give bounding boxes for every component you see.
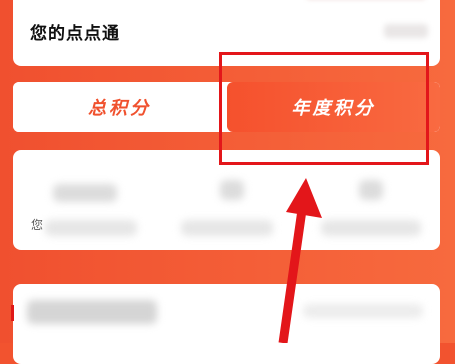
blurred-stat-label: [321, 220, 421, 236]
stat-side-label: 您: [31, 218, 44, 232]
blurred-stat-label: [45, 220, 137, 236]
top-card: 您的点点通: [13, 0, 440, 66]
blurred-value: [384, 24, 428, 38]
blurred-detail-title: [27, 300, 157, 324]
blurred-detail-value: [303, 304, 423, 318]
section-marker: [11, 305, 14, 321]
blurred-stat-value: [359, 180, 383, 200]
blurred-stat-value: [53, 184, 117, 202]
tab-total-points[interactable]: 总积分: [13, 82, 226, 132]
points-summary-card: 您: [13, 150, 440, 250]
tab-annual-points[interactable]: 年度积分: [227, 82, 440, 132]
points-tab-bar: 总积分 年度积分: [13, 82, 440, 132]
blurred-stat-value: [220, 180, 244, 200]
blurred-stat-label: [181, 220, 273, 236]
page-title: 您的点点通: [30, 24, 120, 44]
points-detail-card: [13, 284, 440, 364]
